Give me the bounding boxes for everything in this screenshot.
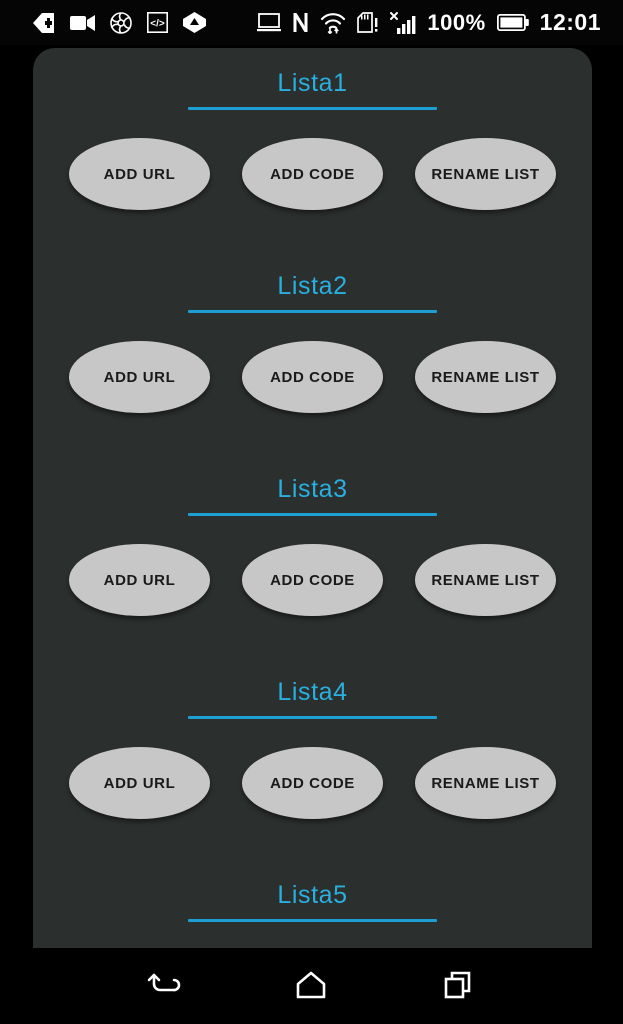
sd-card-alert-icon [357,12,379,33]
battery-full-icon [496,14,529,31]
status-bar-notifications: </> [0,11,206,34]
list-title-wrap: Lista4 [33,657,592,719]
status-bar-clock: 12:01 [539,9,601,35]
phone-screen: </> 100% 12:01 Lista1 ADD URL ADD CODE R… [0,0,623,1024]
list-title: Lista4 [277,678,348,706]
no-signal-icon [390,11,416,34]
rename-list-button[interactable]: RENAME LIST [415,747,556,819]
list-title-wrap: Lista5 [33,860,592,922]
status-bar-system: 100% 12:01 [257,9,623,36]
battery-percent-label: 100% [427,9,486,35]
list-title: Lista5 [277,881,348,909]
add-code-button[interactable]: ADD CODE [242,747,383,819]
triangle-badge-icon [183,12,206,33]
list-title: Lista1 [277,69,348,97]
add-code-button[interactable]: ADD CODE [242,341,383,413]
list-title-underline [188,107,437,110]
list-action-row: ADD URL ADD CODE RENAME LIST [33,341,592,413]
nav-recents-button[interactable] [428,955,490,1017]
list-action-row: ADD URL ADD CODE RENAME LIST [33,138,592,210]
list-section: Lista1 ADD URL ADD CODE RENAME LIST [33,48,592,251]
flower-app-icon [110,11,132,34]
list-title-wrap: Lista3 [33,454,592,516]
app-content-card: Lista1 ADD URL ADD CODE RENAME LIST Lista2 AD… [33,48,592,948]
back-arrow-icon [146,969,182,1004]
rename-list-button[interactable]: RENAME LIST [415,544,556,616]
add-url-button[interactable]: ADD URL [69,341,210,413]
list-title: Lista3 [277,475,348,503]
list-title-underline [188,716,437,719]
laptop-cast-icon [257,13,282,32]
rename-list-button[interactable]: RENAME LIST [415,341,556,413]
code-brackets-icon: </> [147,12,168,33]
list-action-row: ADD URL ADD CODE RENAME LIST [33,747,592,819]
video-camera-icon [70,14,95,31]
add-url-button[interactable]: ADD URL [69,138,210,210]
list-section: Lista4 ADD URL ADD CODE RENAME LIST [33,657,592,860]
add-code-button[interactable]: ADD CODE [242,138,383,210]
android-navigation-bar [0,948,623,1024]
list-section: Lista5 [33,860,592,948]
list-title-wrap: Lista2 [33,251,592,313]
home-icon [295,970,327,1003]
list-title-underline [188,513,437,516]
nav-home-button[interactable] [280,955,342,1017]
status-bar: </> 100% 12:01 [0,0,623,45]
add-url-button[interactable]: ADD URL [69,747,210,819]
add-url-button[interactable]: ADD URL [69,544,210,616]
list-section: Lista2 ADD URL ADD CODE RENAME LIST [33,251,592,454]
list-scroll-container[interactable]: Lista1 ADD URL ADD CODE RENAME LIST Lista2 AD… [33,48,592,948]
rename-list-button[interactable]: RENAME LIST [415,138,556,210]
svg-text:</>: </> [150,19,165,30]
list-title-underline [188,919,437,922]
wifi-transfer-icon [320,12,346,34]
list-title: Lista2 [277,272,348,300]
nav-back-button[interactable] [133,955,195,1017]
list-title-wrap: Lista1 [33,48,592,110]
list-title-underline [188,310,437,313]
nfc-icon [292,12,309,33]
back-plus-icon [33,12,55,33]
list-action-row: ADD URL ADD CODE RENAME LIST [33,544,592,616]
recents-icon [443,970,475,1003]
add-code-button[interactable]: ADD CODE [242,544,383,616]
list-section: Lista3 ADD URL ADD CODE RENAME LIST [33,454,592,657]
